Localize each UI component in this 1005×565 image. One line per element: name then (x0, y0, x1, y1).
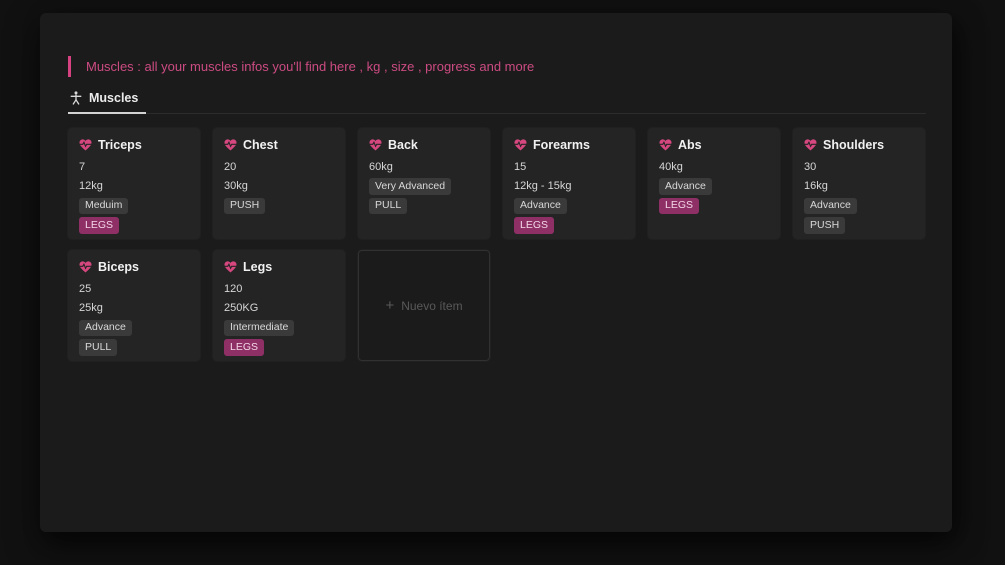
card-fields: 25 25kg Advance PULL (79, 279, 189, 357)
card-title-label: Triceps (98, 138, 142, 152)
notion-page-panel: Muscles : all your muscles infos you'll … (40, 13, 952, 532)
card-title: Legs (224, 258, 334, 276)
card-text-field: 120 (224, 282, 243, 295)
heart-pulse-icon (79, 261, 92, 273)
card-text-field: 12kg (79, 180, 103, 193)
card-fields: 20 30kg PUSH (224, 157, 334, 216)
muscle-card[interactable]: Forearms 15 12kg - 15kg Advance LEGS (503, 128, 635, 239)
card-title: Chest (224, 136, 334, 154)
plus-icon: + (385, 296, 395, 314)
muscle-card[interactable]: Legs 120 250KG Intermediate LEGS (213, 250, 345, 361)
muscle-card[interactable]: Back 60kg Very Advanced PULL (358, 128, 490, 239)
heart-pulse-icon (369, 139, 382, 151)
card-title: Shoulders (804, 136, 914, 154)
card-badge-gray: Advance (804, 197, 857, 214)
card-tag-pink: LEGS (514, 217, 555, 234)
card-tag-pink: LEGS (79, 217, 120, 234)
view-tabs: Muscles (68, 87, 926, 114)
card-badge-row: PUSH (804, 216, 914, 236)
card-title: Back (369, 136, 479, 154)
card-text-field: 40kg (659, 160, 683, 173)
heart-pulse-icon (79, 139, 92, 151)
card-fields: 7 12kg Meduim LEGS (79, 157, 189, 235)
card-title-label: Abs (678, 138, 702, 152)
card-text-field: 15 (514, 160, 527, 173)
page-content: Muscles : all your muscles infos you'll … (40, 13, 952, 361)
card-badge-row: Very Advanced (369, 177, 479, 197)
heart-pulse-icon (514, 139, 527, 151)
gallery-grid: Triceps 7 12kg Meduim LEGS Chest 20 30kg PUSH… (68, 128, 926, 361)
card-badge-row: LEGS (659, 196, 769, 216)
card-title-label: Biceps (98, 260, 139, 274)
card-title-label: Legs (243, 260, 273, 274)
card-badge-row: Advance (659, 177, 769, 197)
card-fields: 15 12kg - 15kg Advance LEGS (514, 157, 624, 235)
card-text-field: 60kg (369, 160, 393, 173)
card-badge-row: LEGS (79, 216, 189, 236)
card-badge-row: Intermediate (224, 318, 334, 338)
card-text-field: 250KG (224, 302, 259, 315)
heart-pulse-icon (224, 139, 237, 151)
tab-muscles[interactable]: Muscles (68, 87, 147, 114)
card-badge-row: PULL (79, 338, 189, 358)
card-fields: 40kg Advance LEGS (659, 157, 769, 216)
card-badge-gray: Advance (79, 319, 132, 336)
card-badge-row: PULL (369, 196, 479, 216)
new-item-label: Nuevo ítem (401, 298, 463, 313)
card-text-field: 25 (79, 282, 92, 295)
heart-pulse-icon (224, 261, 237, 273)
card-badge-gray: PULL (79, 339, 118, 356)
card-tag-pink: LEGS (659, 197, 700, 214)
card-badge-row: Advance (79, 318, 189, 338)
card-text-field: 25kg (79, 302, 103, 315)
muscle-card[interactable]: Triceps 7 12kg Meduim LEGS (68, 128, 200, 239)
card-title-label: Chest (243, 138, 278, 152)
muscle-card[interactable]: Abs 40kg Advance LEGS (648, 128, 780, 239)
card-fields: 60kg Very Advanced PULL (369, 157, 479, 216)
heart-pulse-icon (804, 139, 817, 151)
card-badge-gray: Very Advanced (369, 178, 452, 195)
card-title: Triceps (79, 136, 189, 154)
card-badge-gray: Meduim (79, 197, 129, 214)
muscle-card[interactable]: Shoulders 30 16kg Advance PUSH (793, 128, 925, 239)
card-badge-row: LEGS (514, 216, 624, 236)
person-icon (70, 91, 82, 105)
card-title: Abs (659, 136, 769, 154)
card-badge-gray: PUSH (224, 197, 266, 214)
quote-text: Muscles : all your muscles infos you'll … (86, 59, 535, 74)
card-badge-row: Meduim (79, 196, 189, 216)
card-badge-row: Advance (804, 196, 914, 216)
new-item-card[interactable]: + Nuevo ítem (358, 250, 490, 361)
muscle-card[interactable]: Biceps 25 25kg Advance PULL (68, 250, 200, 361)
muscle-card[interactable]: Chest 20 30kg PUSH (213, 128, 345, 239)
card-title: Forearms (514, 136, 624, 154)
card-title: Biceps (79, 258, 189, 276)
card-text-field: 7 (79, 160, 86, 173)
card-badge-row: Advance (514, 196, 624, 216)
card-badge-row: PUSH (224, 196, 334, 216)
card-text-field: 30 (804, 160, 817, 173)
card-badge-gray: Intermediate (224, 319, 295, 336)
card-title-label: Back (388, 138, 418, 152)
card-tag-pink: LEGS (224, 339, 265, 356)
card-text-field: 12kg - 15kg (514, 180, 572, 193)
card-text-field: 16kg (804, 180, 828, 193)
card-badge-gray: PULL (369, 197, 408, 214)
card-badge-gray: Advance (659, 178, 712, 195)
callout-quote: Muscles : all your muscles infos you'll … (68, 56, 926, 77)
card-fields: 30 16kg Advance PUSH (804, 157, 914, 235)
card-badge-gray: PUSH (804, 217, 846, 234)
card-title-label: Shoulders (823, 138, 885, 152)
card-badge-row: LEGS (224, 338, 334, 358)
heart-pulse-icon (659, 139, 672, 151)
tab-muscles-label: Muscles (89, 91, 139, 105)
card-fields: 120 250KG Intermediate LEGS (224, 279, 334, 357)
card-title-label: Forearms (533, 138, 590, 152)
card-badge-gray: Advance (514, 197, 567, 214)
card-text-field: 20 (224, 160, 237, 173)
card-text-field: 30kg (224, 180, 248, 193)
